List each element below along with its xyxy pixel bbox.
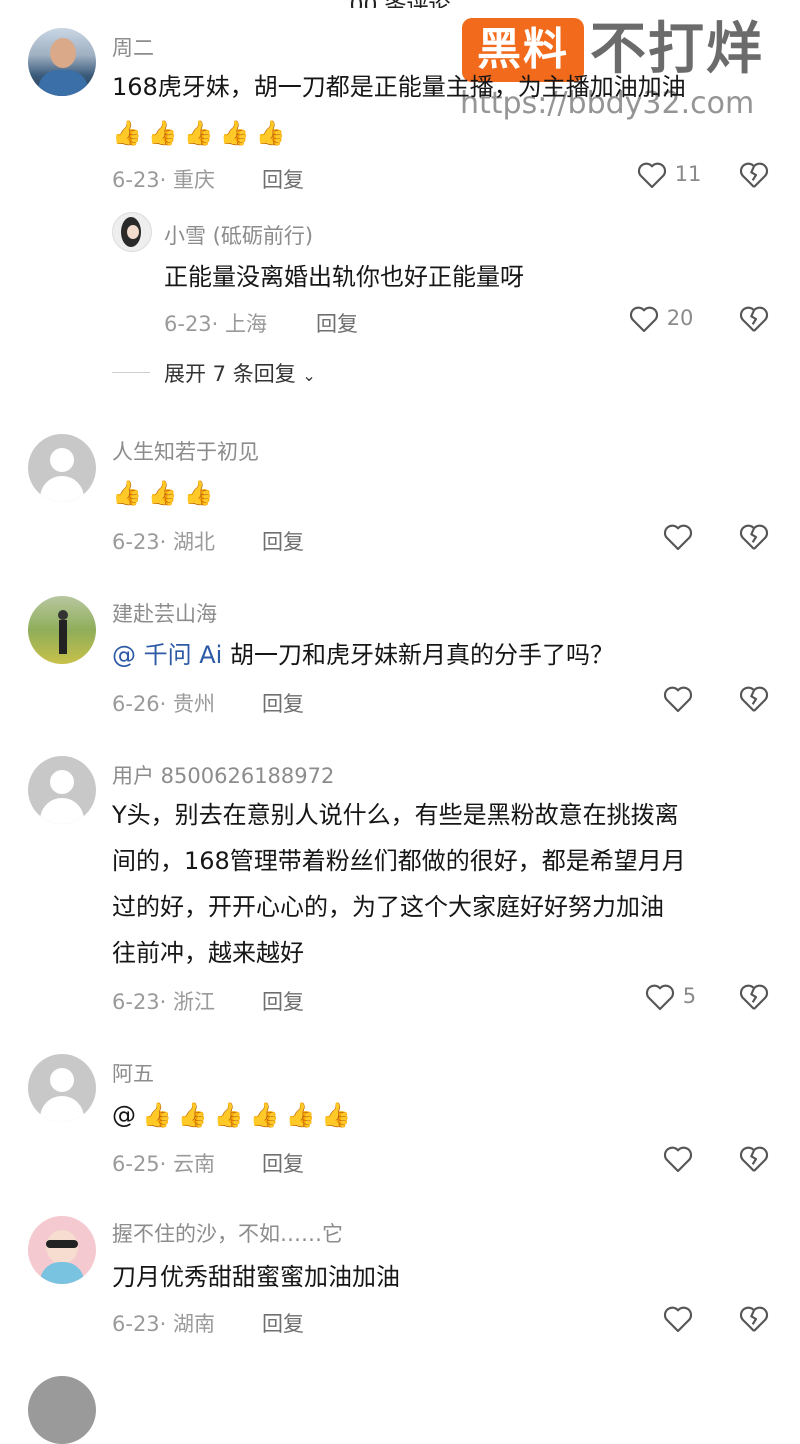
like-count: 5	[682, 984, 697, 1008]
comment-date-location: 6-23· 浙江	[112, 990, 216, 1014]
avatar[interactable]	[28, 1376, 96, 1444]
comment-username[interactable]: 人生知若于初见	[112, 436, 259, 466]
comment-text-line: 间的，168管理带着粉丝们都做的很好，都是希望月月	[112, 847, 686, 875]
mention-link[interactable]: @ 千问 Ai	[112, 641, 222, 669]
heart-outline-icon	[663, 686, 693, 713]
like-count: 20	[666, 306, 694, 330]
like-count: 11	[674, 162, 702, 186]
like-button[interactable]	[662, 684, 694, 714]
broken-heart-icon	[739, 1306, 769, 1332]
broken-heart-icon	[739, 686, 769, 712]
like-button[interactable]	[662, 522, 694, 552]
like-button[interactable]: 5	[644, 982, 696, 1012]
broken-heart-icon	[739, 524, 769, 550]
comment-date-location: 6-26· 贵州	[112, 692, 216, 716]
comment-date-location: 6-23· 湖北	[112, 530, 216, 554]
avatar[interactable]	[112, 212, 152, 252]
expand-replies-button[interactable]: 展开 7 条回复 ⌄	[164, 358, 316, 388]
divider	[112, 372, 150, 373]
broken-heart-icon	[739, 306, 769, 332]
comment-date-location: 6-25· 云南	[112, 1152, 216, 1176]
reply-date-location: 6-23· 上海	[164, 312, 268, 336]
dislike-button[interactable]	[738, 982, 770, 1012]
comment-text-line: 过的好，开开心心的，为了这个大家庭好好努力加油	[112, 893, 664, 921]
comment-emoji: @👍👍👍👍👍👍	[112, 1101, 358, 1129]
reply-button[interactable]: 回复	[262, 164, 304, 194]
avatar[interactable]	[28, 596, 96, 664]
reply-button[interactable]: 回复	[262, 688, 304, 718]
comment-date-location: 6-23· 湖南	[112, 1312, 216, 1336]
reply-text: 正能量没离婚出轨你也好正能量呀	[164, 263, 524, 291]
heart-outline-icon	[663, 1146, 693, 1173]
heart-outline-icon	[663, 1306, 693, 1333]
like-button[interactable]	[662, 1304, 694, 1334]
like-button[interactable]: 11	[636, 160, 701, 190]
dislike-button[interactable]	[738, 684, 770, 714]
comment-text-line: Y头，别去在意别人说什么，有些是黑粉故意在挑拨离	[112, 801, 679, 829]
heart-outline-icon	[645, 984, 675, 1011]
comment-emoji: 👍👍👍	[112, 479, 220, 507]
dislike-button[interactable]	[738, 1304, 770, 1334]
reply-button[interactable]: 回复	[316, 308, 358, 338]
comment-count-title: 00 条评论	[0, 0, 800, 8]
comment-username[interactable]: 建赴芸山海	[112, 598, 217, 628]
heart-outline-icon	[637, 162, 667, 189]
comment-text: @ 千问 Ai 胡一刀和虎牙妹新月真的分手了吗？	[112, 632, 614, 678]
reply-button[interactable]: 回复	[262, 1308, 304, 1338]
broken-heart-icon	[739, 1146, 769, 1172]
heart-outline-icon	[629, 306, 659, 333]
reply-username[interactable]: 小雪 (砥砺前行)	[164, 220, 313, 250]
dislike-button[interactable]	[738, 304, 770, 334]
reply-button[interactable]: 回复	[262, 1148, 304, 1178]
comment-text: 刀月优秀甜甜蜜蜜加油加油	[112, 1263, 400, 1291]
chevron-down-icon: ⌄	[302, 366, 316, 385]
dislike-button[interactable]	[738, 522, 770, 552]
comment-date-location: 6-23· 重庆	[112, 168, 216, 192]
reply-button[interactable]: 回复	[262, 986, 304, 1016]
comment-username[interactable]: 用户 8500626188972	[112, 760, 334, 790]
comment-username[interactable]: 握不住的沙，不如……它	[112, 1218, 343, 1248]
avatar[interactable]	[28, 434, 96, 502]
comment-username[interactable]: 周二	[112, 32, 154, 62]
broken-heart-icon	[739, 984, 769, 1010]
avatar[interactable]	[28, 1054, 96, 1122]
dislike-button[interactable]	[738, 160, 770, 190]
comment-text: 168虎牙妹，胡一刀都是正能量主播，为主播加油加油	[112, 73, 686, 101]
comment-text-line: 往前冲，越来越好	[112, 939, 304, 967]
heart-outline-icon	[663, 524, 693, 551]
like-button[interactable]: 20	[628, 304, 693, 334]
comment-emoji: 👍👍👍👍👍	[112, 119, 292, 147]
broken-heart-icon	[739, 162, 769, 188]
dislike-button[interactable]	[738, 1144, 770, 1174]
comment-username[interactable]: 阿五	[112, 1058, 154, 1088]
avatar[interactable]	[28, 28, 96, 96]
avatar[interactable]	[28, 1216, 96, 1284]
comment-text-body: 胡一刀和虎牙妹新月真的分手了吗？	[222, 641, 614, 669]
like-button[interactable]	[662, 1144, 694, 1174]
expand-label: 展开 7 条回复	[164, 362, 296, 386]
avatar[interactable]	[28, 756, 96, 824]
reply-button[interactable]: 回复	[262, 526, 304, 556]
